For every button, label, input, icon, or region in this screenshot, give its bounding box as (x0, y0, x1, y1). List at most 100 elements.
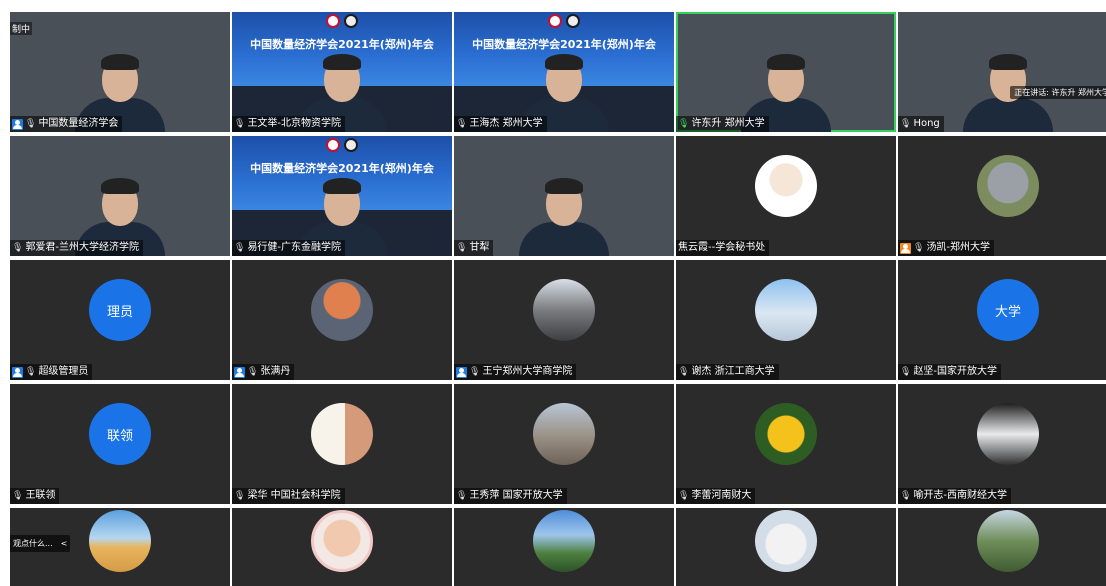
microphone-muted-icon: 🎙 (12, 243, 24, 253)
participant-tile[interactable]: 🎙 王宁郑州大学商学院 (454, 260, 674, 380)
recording-label: 制中 (10, 22, 33, 35)
participant-name-bar: 🎙 喻开志-西南财经大学 (898, 488, 1012, 504)
participant-tile[interactable]: 观点什么... < (10, 508, 230, 586)
participant-name-bar: 🎙 王文举-北京物资学院 (232, 116, 346, 132)
avatar (533, 509, 595, 572)
avatar (311, 403, 373, 466)
participant-name-bar: 🎙 甘犁 (454, 240, 494, 256)
collapse-chat-button[interactable]: < (61, 539, 68, 548)
participant-name: 喻开志-西南财经大学 (913, 490, 1008, 501)
avatar (977, 403, 1039, 466)
society-logo-icon (326, 14, 340, 28)
participant-name-bar: 🎙 郭爱君-兰州大学经济学院 (10, 240, 144, 256)
participant-tile[interactable] (454, 508, 674, 586)
participant-tile[interactable]: 🎙 梁华 中国社会科学院 (232, 384, 452, 504)
host-icon (900, 242, 911, 254)
microphone-muted-icon: 🎙 (469, 367, 481, 377)
university-logo-icon (344, 14, 358, 28)
participant-tile[interactable]: 大学 🎙 赵坚-国家开放大学 (898, 260, 1106, 380)
participant-tile[interactable]: 🎙 王秀萍 国家开放大学 (454, 384, 674, 504)
participant-tile[interactable]: 联领 🎙 王联领 (10, 384, 230, 504)
microphone-muted-icon: 🎙 (456, 119, 468, 129)
microphone-muted-icon: 🎙 (12, 491, 24, 501)
participant-tile[interactable] (676, 508, 896, 586)
participant-name: 郭爱君-兰州大学经济学院 (25, 242, 140, 253)
chat-preview-text: 观点什么... (13, 539, 53, 548)
participant-name: 汤凯-郑州大学 (926, 242, 991, 253)
participant-grid: 🎙 中国数量经济学会 制中 中国数量经济学会2021年(郑州)年会 🎙 王文举-北京物资学… (10, 12, 1106, 586)
avatar: 大学 (977, 279, 1039, 342)
participant-tile[interactable]: 中国数量经济学会2021年(郑州)年会 🎙 王文举-北京物资学院 (232, 12, 452, 132)
microphone-muted-icon: 🎙 (456, 243, 468, 253)
host-icon (12, 366, 23, 378)
participant-tile[interactable]: 🎙 郭爱君-兰州大学经济学院 (10, 136, 230, 256)
participant-name: 王文举-北京物资学院 (247, 118, 342, 129)
society-logo-icon (326, 138, 340, 152)
participant-name: 谢杰 浙江工商大学 (691, 366, 775, 377)
participant-name-bar: 🎙 易行健-广东金融学院 (232, 240, 346, 256)
participant-name-bar: 🎙 赵坚-国家开放大学 (898, 364, 1002, 380)
participant-tile[interactable]: 焦云霞--学会秘书处 (676, 136, 896, 256)
chat-preview[interactable]: 观点什么... < (10, 535, 71, 552)
participant-tile[interactable]: 理员 🎙 超级管理员 (10, 260, 230, 380)
participant-tile[interactable]: 🎙 甘犁 (454, 136, 674, 256)
avatar (311, 509, 373, 572)
microphone-muted-icon: 🎙 (25, 119, 37, 129)
participant-name: 梁华 中国社会科学院 (247, 490, 341, 501)
participant-name: 王海杰 郑州大学 (469, 118, 543, 129)
microphone-muted-icon: 🎙 (234, 119, 246, 129)
participant-name: 超级管理员 (38, 366, 89, 377)
microphone-muted-icon: 🎙 (234, 491, 246, 501)
avatar (977, 155, 1039, 218)
host-icon (12, 118, 23, 130)
avatar (755, 155, 817, 218)
banner-title: 中国数量经济学会2021年(郑州)年会 (472, 38, 656, 51)
avatar (533, 279, 595, 342)
participant-name-bar: 🎙 梁华 中国社会科学院 (232, 488, 345, 504)
participant-name-bar: 🎙 汤凯-郑州大学 (898, 240, 995, 256)
conference-logos (326, 14, 358, 28)
participant-video (519, 176, 609, 256)
microphone-muted-icon: 🎙 (678, 367, 690, 377)
participant-name: 王宁郑州大学商学院 (482, 366, 573, 377)
participant-tile[interactable]: 🎙 李蕾河南财大 (676, 384, 896, 504)
participant-name: 许东升 郑州大学 (691, 118, 765, 129)
avatar: 理员 (89, 279, 151, 342)
banner-title: 中国数量经济学会2021年(郑州)年会 (250, 162, 434, 175)
microphone-muted-icon: 🎙 (247, 367, 259, 377)
participant-name: 王联领 (25, 490, 56, 501)
participant-tile[interactable]: 中国数量经济学会2021年(郑州)年会 🎙 王海杰 郑州大学 (454, 12, 674, 132)
microphone-on-icon: 🎙 (678, 119, 690, 129)
participant-tile[interactable] (898, 508, 1106, 586)
participant-tile[interactable]: 🎙 Hong 正在讲话: 许东升 郑州大学 (898, 12, 1106, 132)
avatar (89, 509, 151, 572)
participant-name-bar: 🎙 王宁郑州大学商学院 (454, 364, 577, 380)
avatar (755, 403, 817, 466)
participant-tile[interactable]: 🎙 喻开志-西南财经大学 (898, 384, 1106, 504)
participant-name-bar: 🎙 王联领 (10, 488, 60, 504)
participant-name-bar: 🎙 李蕾河南财大 (676, 488, 756, 504)
participant-tile[interactable]: 🎙 谢杰 浙江工商大学 (676, 260, 896, 380)
participant-name-bar: 🎙 王秀萍 国家开放大学 (454, 488, 567, 504)
avatar (533, 403, 595, 466)
participant-name: 焦云霞--学会秘书处 (678, 242, 766, 253)
participant-tile[interactable]: 中国数量经济学会2021年(郑州)年会 🎙 易行健-广东金融学院 (232, 136, 452, 256)
participant-name: 中国数量经济学会 (38, 118, 119, 129)
participant-name: 赵坚-国家开放大学 (913, 366, 998, 377)
avatar (311, 279, 373, 342)
microphone-muted-icon: 🎙 (913, 243, 925, 253)
participant-tile[interactable]: 🎙 张满丹 (232, 260, 452, 380)
microphone-muted-icon: 🎙 (234, 243, 246, 253)
participant-tile[interactable]: 🎙 汤凯-郑州大学 (898, 136, 1106, 256)
participant-name-bar: 🎙 谢杰 浙江工商大学 (676, 364, 779, 380)
participant-tile[interactable] (232, 508, 452, 586)
avatar (977, 509, 1039, 572)
participant-name-bar: 🎙 许东升 郑州大学 (676, 116, 769, 132)
participant-name-bar: 焦云霞--学会秘书处 (676, 240, 770, 256)
avatar (755, 279, 817, 342)
microphone-muted-icon: 🎙 (900, 491, 912, 501)
participant-name: 张满丹 (260, 366, 291, 377)
participant-tile[interactable]: 🎙 中国数量经济学会 制中 (10, 12, 230, 132)
avatar: 联领 (89, 403, 151, 466)
participant-tile[interactable]: 🎙 许东升 郑州大学 (676, 12, 896, 132)
